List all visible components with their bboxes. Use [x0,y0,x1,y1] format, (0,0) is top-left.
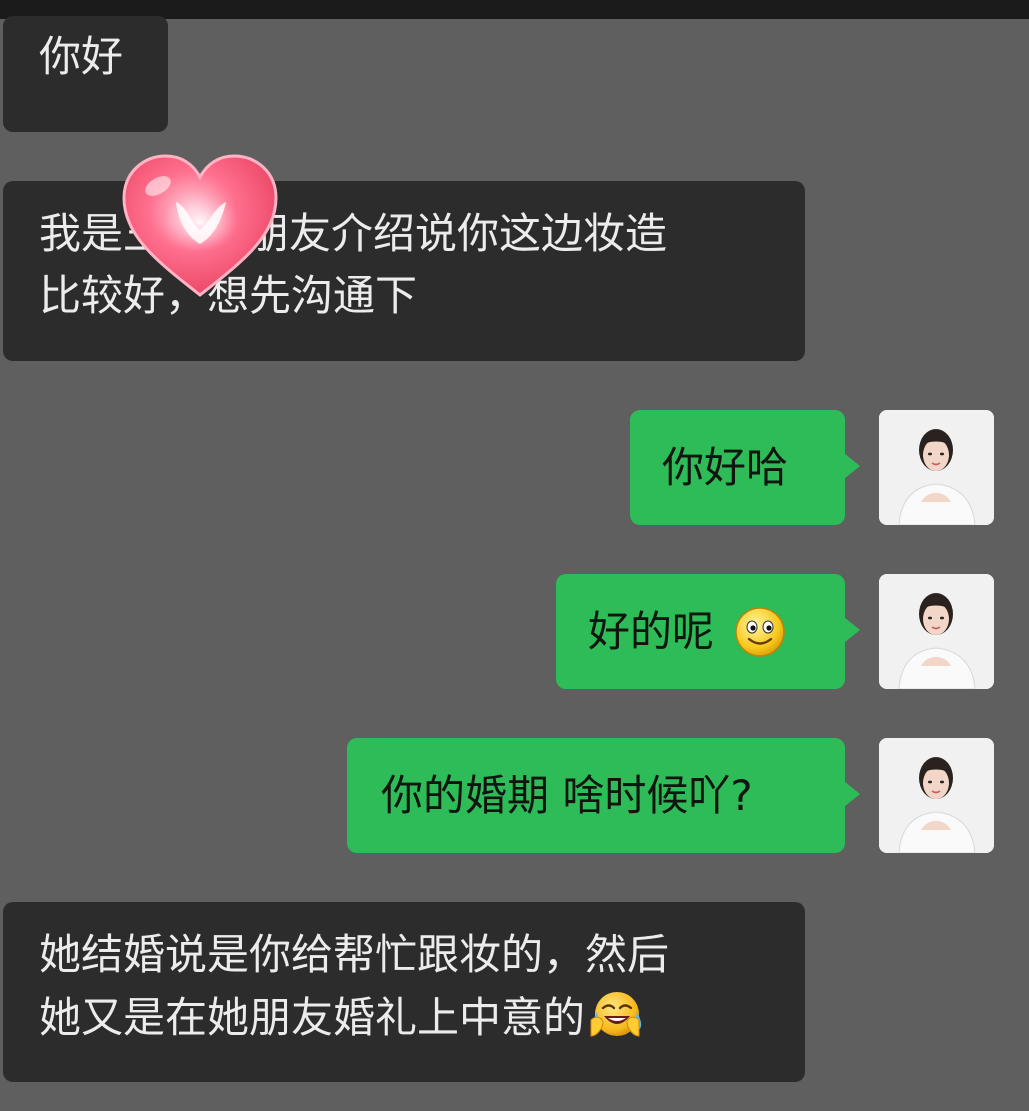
avatar-portrait-icon [879,410,994,525]
avatar-portrait-icon [879,574,994,689]
chat-window: 你好 我是王 朋友介绍说你这边妆造 比较好，想先沟通下 你好哈 好的呢 你的婚期… [0,0,1029,1111]
laugh-cry-emoji-icon [590,992,642,1037]
incoming-message-bubble[interactable]: 你好 [3,16,168,132]
user-avatar[interactable] [879,410,994,525]
smile-emoji-icon [735,606,785,657]
message-text: 你好哈 [662,442,789,492]
user-avatar[interactable] [879,738,994,853]
user-avatar[interactable] [879,574,994,689]
message-text-line-2: 她又是在她朋友婚礼上中意的 [39,986,805,1049]
message-text: 你的婚期 啥时候吖? [381,770,753,820]
outgoing-message-bubble[interactable]: 你的婚期 啥时候吖? [347,738,860,853]
incoming-message-bubble[interactable]: 她结婚说是你给帮忙跟妆的，然后 她又是在她朋友婚礼上中意的 [3,902,805,1082]
message-text-line-1: 她结婚说是你给帮忙跟妆的，然后 [39,930,670,979]
heart-sticker-icon [122,154,278,297]
outgoing-message-bubble[interactable]: 你好哈 [630,410,860,525]
message-text: 好的呢 [588,606,715,656]
avatar-portrait-icon [879,738,994,853]
message-text: 你好 [39,32,124,81]
outgoing-message-bubble[interactable]: 好的呢 [556,574,860,689]
